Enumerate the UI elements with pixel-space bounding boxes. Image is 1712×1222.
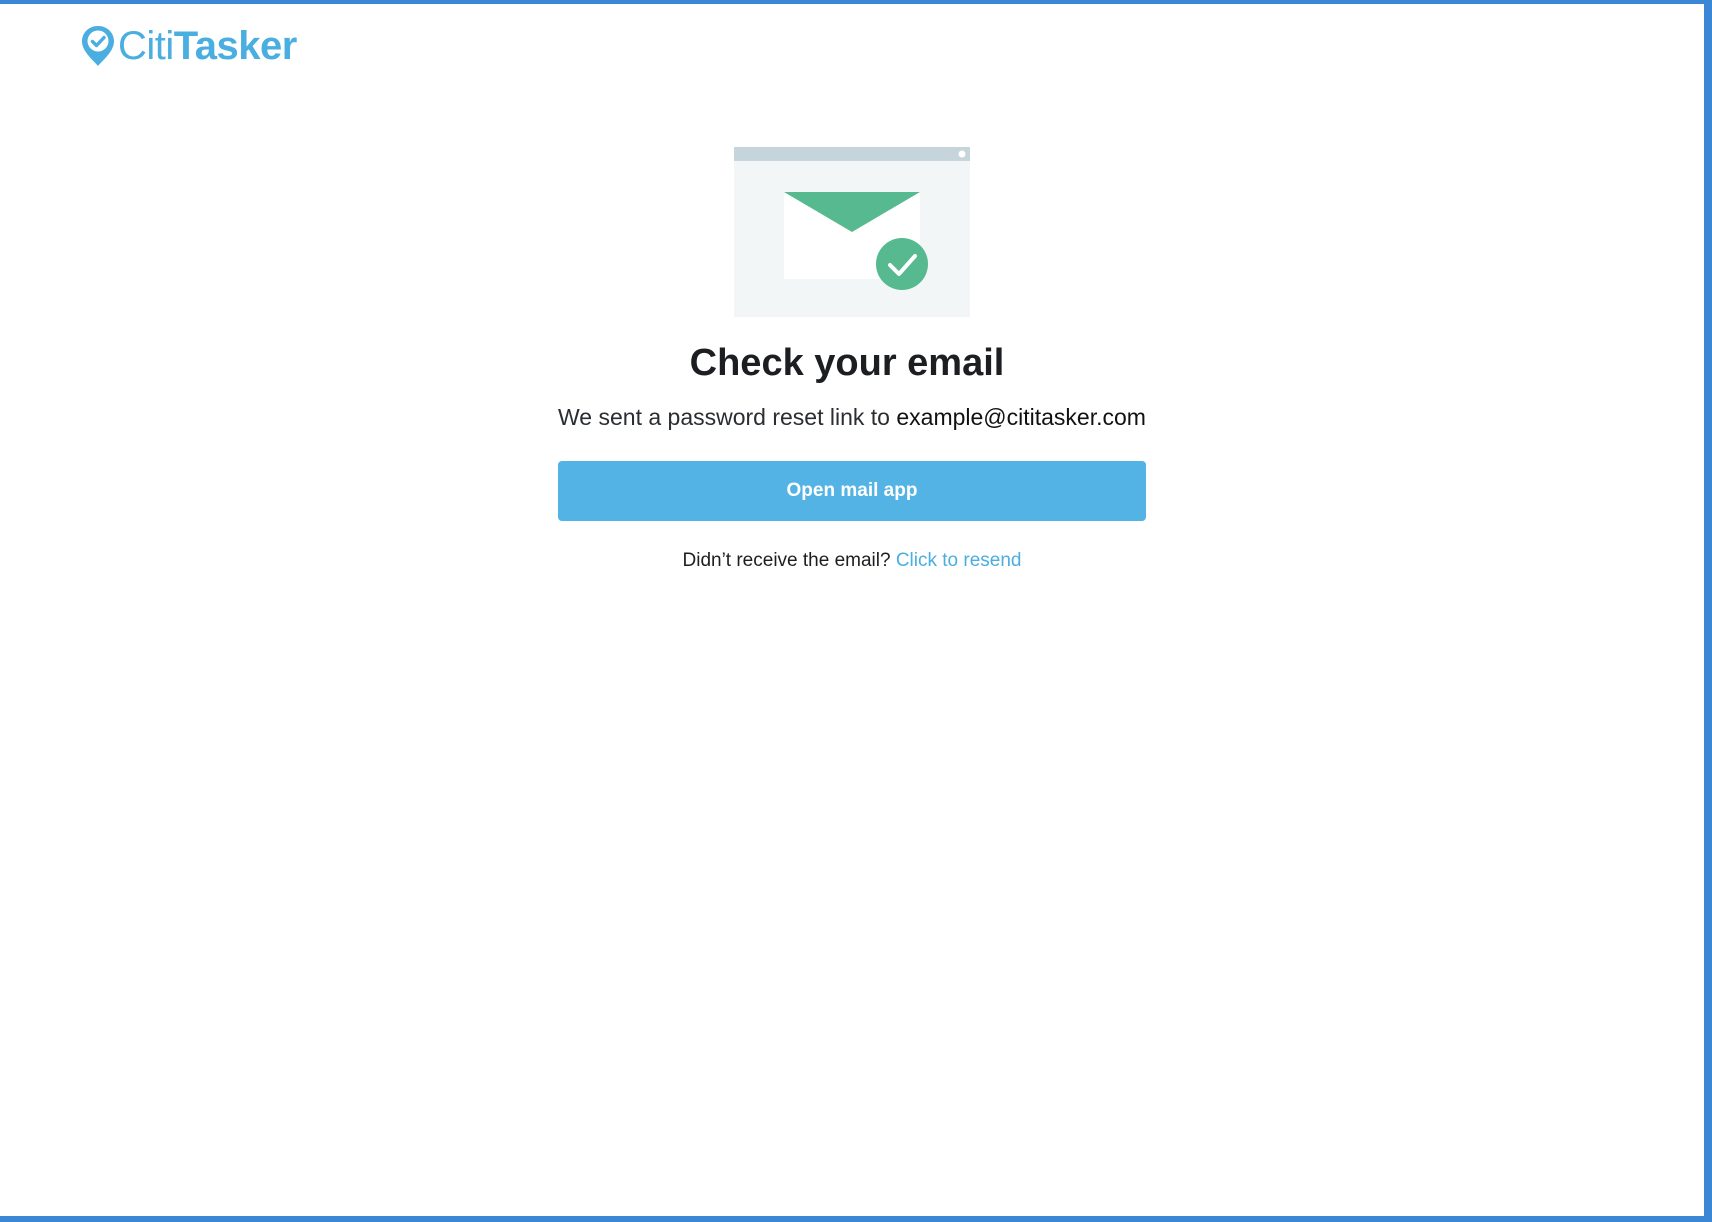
logo-text-light: Citi bbox=[118, 24, 174, 68]
logo-text-bold: Tasker bbox=[173, 24, 298, 68]
cititasker-logo[interactable]: CitiTasker bbox=[80, 24, 297, 68]
location-pin-check-icon bbox=[82, 26, 114, 66]
logo-wordmark: CitiTasker bbox=[118, 26, 297, 66]
reset-message: We sent a password reset link to example… bbox=[0, 404, 1704, 431]
resend-link[interactable]: Click to resend bbox=[896, 550, 1022, 571]
resend-prompt: Didn’t receive the email? bbox=[682, 550, 891, 571]
resend-row: Didn’t receive the email? Click to resen… bbox=[0, 550, 1704, 572]
reset-message-text: We sent a password reset link to bbox=[558, 404, 890, 430]
email-sent-check-icon bbox=[734, 147, 970, 317]
open-mail-app-button[interactable]: Open mail app bbox=[558, 461, 1146, 521]
page-title: Check your email bbox=[689, 342, 1005, 384]
recipient-email: example@cititasker.com bbox=[896, 404, 1146, 430]
browser-frame: CitiTasker Check your email We sent a pa… bbox=[0, 0, 1712, 1222]
